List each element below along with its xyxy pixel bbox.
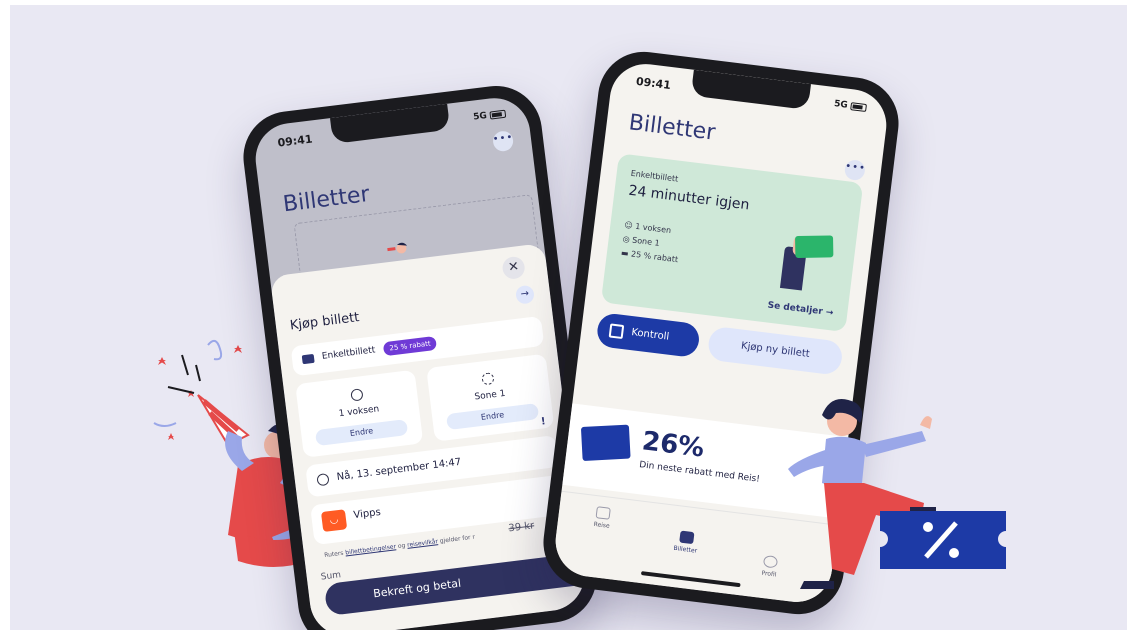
status-time: 09:41 xyxy=(635,74,672,92)
page-title: Billetter xyxy=(281,181,371,218)
ticket-type-label: Enkeltbillett xyxy=(321,345,376,362)
sheet-title: Kjøp billett xyxy=(289,310,361,334)
tab-label: Reise xyxy=(593,520,611,530)
terms-link-conditions[interactable]: billettbetingelser xyxy=(345,543,396,556)
arrow-right-icon[interactable]: → xyxy=(514,284,535,305)
close-icon[interactable]: ✕ xyxy=(501,255,526,281)
discount-line: ▬ 25 % rabatt xyxy=(620,248,679,265)
terms-prefix: Ruters xyxy=(323,549,344,560)
see-details-label: Se detaljer xyxy=(767,300,824,318)
old-price: 39 kr xyxy=(507,520,535,535)
sum-label: Sum xyxy=(320,570,342,583)
tab-billetter[interactable]: Billetter xyxy=(655,528,717,557)
discount-label: 25 % rabatt xyxy=(630,249,679,265)
zone-card: Sone 1 Endre xyxy=(426,353,555,442)
zone-line: ◎ Sone 1 xyxy=(622,234,661,248)
ticket-type-label: Enkeltbillett xyxy=(630,168,679,184)
discount-badge: 25 % rabatt xyxy=(382,335,438,357)
signal-indicator: 5G xyxy=(833,99,868,113)
home-indicator xyxy=(640,571,741,588)
travel-icon xyxy=(595,506,611,520)
pointing-woman-discount-ticket-illustration xyxy=(788,399,1006,589)
tab-label: Profil xyxy=(761,569,777,579)
promo-ticket-illustration xyxy=(580,424,631,462)
buy-new-ticket-button[interactable]: Kjøp ny billett xyxy=(706,325,844,376)
traveller-card: 1 voksen Endre xyxy=(295,369,424,458)
tab-label: Billetter xyxy=(673,544,698,555)
status-time: 09:41 xyxy=(276,132,314,150)
payment-label: Vipps xyxy=(352,506,382,522)
datetime-label: Nå, 13. september 14:47 xyxy=(336,456,462,483)
tab-reise[interactable]: Reise xyxy=(571,503,633,532)
network-label: 5G xyxy=(833,99,849,111)
battery-icon xyxy=(850,101,868,112)
smiley-icon xyxy=(350,388,364,402)
ticket-icon xyxy=(679,530,695,545)
zone-label: Sone 1 xyxy=(631,235,661,248)
battery-icon xyxy=(489,109,507,120)
see-details-link[interactable]: Se detaljer → xyxy=(767,301,834,319)
buy-ticket-sheet: ✕ Kjøp billett → Enkeltbillett 25 % raba… xyxy=(269,242,589,630)
active-ticket-card[interactable]: Enkeltbillett 24 minutter igjen ☺ 1 voks… xyxy=(600,153,864,333)
location-icon xyxy=(481,372,495,386)
discount-ticket-icon xyxy=(880,511,1006,569)
ticket-icon xyxy=(301,353,315,365)
signal-indicator: 5G xyxy=(473,109,507,123)
left-phone-screen: 09:41 5G ••• Billetter ✕ Kjøp billett → … xyxy=(251,94,589,630)
more-dots-icon[interactable]: ••• xyxy=(843,158,866,182)
traveller-label: 1 voksen xyxy=(634,221,672,236)
time-left-label: 24 minutter igjen xyxy=(627,182,751,214)
page-title: Billetter xyxy=(627,110,717,146)
promo-stage: 09:41 5G ••• Billetter ✕ Kjøp billett → … xyxy=(10,5,1127,630)
clock-icon xyxy=(316,472,330,487)
network-label: 5G xyxy=(472,111,488,123)
traveller-line: ☺ 1 voksen xyxy=(623,220,672,236)
qr-code-icon xyxy=(608,323,625,340)
control-button[interactable]: Kontroll xyxy=(595,312,701,359)
change-traveller-button[interactable]: Endre xyxy=(314,419,409,447)
control-button-label: Kontroll xyxy=(630,327,670,343)
terms-suffix: gjelder for r xyxy=(439,533,476,545)
change-zone-button[interactable]: Endre xyxy=(445,402,540,431)
terms-link-travel[interactable]: reisevilkår xyxy=(407,538,439,549)
promo-percent: 26% xyxy=(640,426,706,464)
vipps-logo-icon: ◡ xyxy=(320,509,348,533)
promo-text: Din neste rabatt med Reis! xyxy=(638,460,761,485)
more-dots-icon[interactable]: ••• xyxy=(491,130,515,153)
terms-mid: og xyxy=(397,542,406,551)
profile-icon xyxy=(762,554,779,569)
green-ticket-icon xyxy=(795,235,834,259)
